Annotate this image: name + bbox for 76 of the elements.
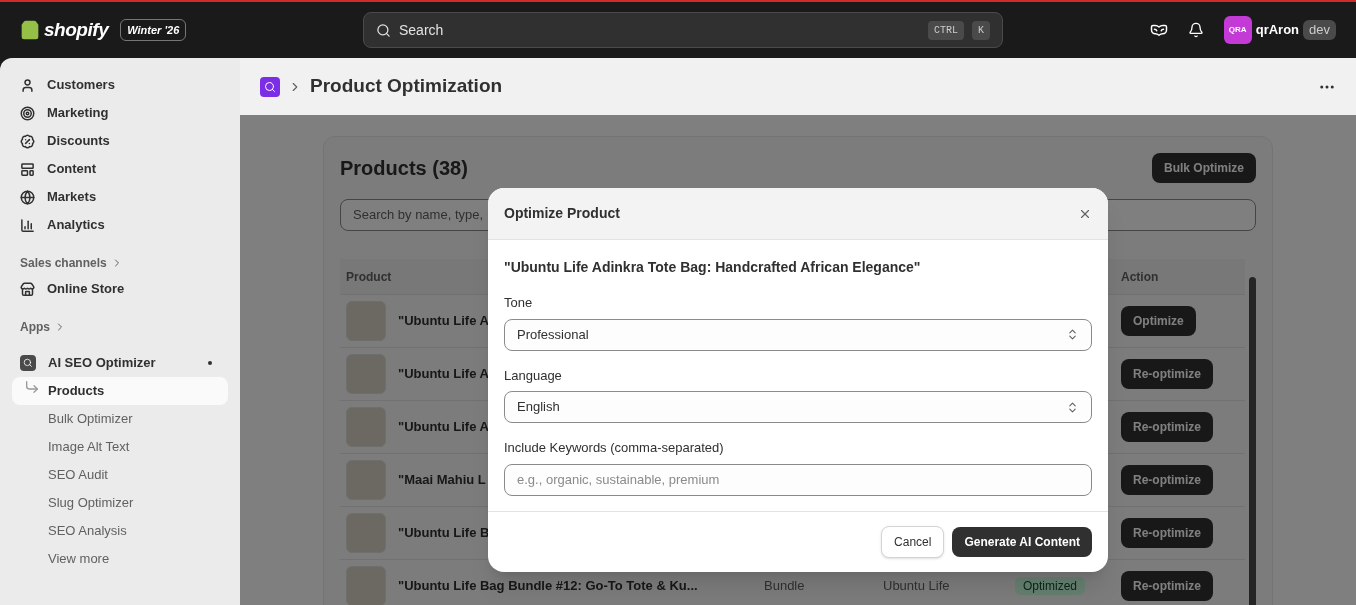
- modal-title: Optimize Product: [504, 204, 620, 223]
- user-avatar[interactable]: QRA: [1223, 16, 1252, 44]
- section-heading[interactable]: Apps: [20, 318, 50, 336]
- field-label: Tone: [504, 294, 534, 312]
- product-name[interactable]: "Ubuntu Life Bag Bundle #12: Go-To Tote & Ku...: [398, 576, 698, 596]
- field-label: Language: [504, 366, 563, 385]
- sidebar-item[interactable]: Marketing: [12, 99, 228, 127]
- optimize-button[interactable]: Optimize: [1121, 306, 1196, 336]
- optimize-button[interactable]: Re-optimize: [1121, 518, 1213, 548]
- brand-logo-text: shopify: [44, 17, 109, 42]
- person-icon: [20, 77, 35, 93]
- tree-connector-icon: [24, 379, 40, 395]
- sidebar-subitem[interactable]: SEO Analysis: [12, 517, 228, 545]
- sidebar-item[interactable]: Analytics: [12, 211, 228, 239]
- product-name[interactable]: "Ubuntu Life A: [398, 417, 489, 437]
- shortcut-key: K: [972, 20, 990, 40]
- page-title: Product Optimization: [310, 74, 504, 99]
- product-name[interactable]: "Maai Mahiu L: [398, 470, 486, 490]
- sidebar-subitem[interactable]: Image Alt Text: [12, 433, 228, 461]
- sidebar-subitem[interactable]: SEO Audit: [12, 461, 228, 489]
- photo-placeholder: [346, 460, 386, 500]
- search-field[interactable]: Search CTRL K: [363, 12, 1003, 48]
- sidebar-item[interactable]: Online Store: [12, 275, 228, 303]
- magnifier-app-icon: [260, 76, 280, 97]
- sidebar-item[interactable]: Markets: [12, 183, 228, 211]
- optimize-button[interactable]: Re-optimize: [1121, 359, 1213, 389]
- select-field[interactable]: English: [504, 391, 1092, 423]
- globe-icon: [20, 189, 35, 205]
- shortcut-key: CTRL: [927, 20, 964, 40]
- store-icon: [20, 281, 35, 297]
- section-heading[interactable]: Sales channels: [20, 254, 107, 272]
- sidebar-item[interactable]: AI SEO Optimizer: [48, 353, 196, 373]
- product-name[interactable]: "Ubuntu Life A: [398, 364, 489, 384]
- sidebar-item[interactable]: Customers: [12, 71, 228, 99]
- notification-bell-icon[interactable]: [1187, 22, 1204, 38]
- up-down-chevron-icon: [1066, 328, 1079, 341]
- edition-badge: Winter '26: [120, 18, 187, 42]
- bar-chart-icon: [20, 217, 35, 233]
- bulk-optimize-button[interactable]: Bulk Optimize: [1152, 153, 1256, 183]
- keywords-input-field[interactable]: e.g., organic, sustainable, premium: [504, 463, 1092, 496]
- photo-placeholder: [346, 301, 386, 341]
- sidebar-subitem[interactable]: Products: [12, 377, 228, 405]
- search-icon: [376, 22, 391, 38]
- optimize-button[interactable]: Re-optimize: [1121, 465, 1213, 495]
- sidebar-subitem[interactable]: Slug Optimizer: [12, 489, 228, 517]
- cancel-button[interactable]: Cancel: [881, 525, 945, 558]
- layout-icon: [20, 161, 35, 177]
- status-badge: Optimized: [1015, 577, 1086, 596]
- product-title: "Ubuntu Life Adinkra Tote Bag: Handcrafted African Elegance": [504, 258, 922, 277]
- search-placeholder: Search: [399, 21, 445, 40]
- product-name[interactable]: "Ubuntu Life A: [398, 311, 489, 331]
- generate-button[interactable]: Generate AI Content: [952, 526, 1092, 557]
- optimize-button[interactable]: Re-optimize: [1121, 571, 1213, 601]
- photo-placeholder: [346, 407, 386, 447]
- view-more-link[interactable]: View more: [12, 545, 228, 573]
- sidebar-subitem[interactable]: Bulk Optimizer: [12, 405, 228, 433]
- product-vendor: Ubuntu Life: [883, 577, 951, 596]
- magnifier-app-icon: [20, 355, 36, 371]
- product-type: Bundle: [764, 577, 806, 596]
- sidebar-item[interactable]: Discounts: [12, 127, 228, 155]
- photo-placeholder: [346, 513, 386, 553]
- optimize-button[interactable]: Re-optimize: [1121, 412, 1213, 442]
- user-name[interactable]: qrAron: [1255, 20, 1300, 40]
- role-badge: dev: [1303, 20, 1336, 40]
- card-title: Products (38): [340, 156, 468, 181]
- field-label: Include Keywords (comma-separated): [504, 439, 725, 457]
- up-down-chevron-icon: [1066, 400, 1079, 414]
- photo-placeholder: [346, 354, 386, 394]
- column-header: Action: [1121, 268, 1160, 286]
- product-name[interactable]: "Ubuntu Life B: [398, 523, 490, 543]
- sidebar-item[interactable]: Content: [12, 155, 228, 183]
- percent-badge-icon: [20, 133, 35, 149]
- scrollbar[interactable]: [1249, 277, 1256, 605]
- select-field[interactable]: Professional: [504, 318, 1092, 351]
- target-icon: [20, 105, 35, 121]
- column-header: Product: [346, 269, 392, 284]
